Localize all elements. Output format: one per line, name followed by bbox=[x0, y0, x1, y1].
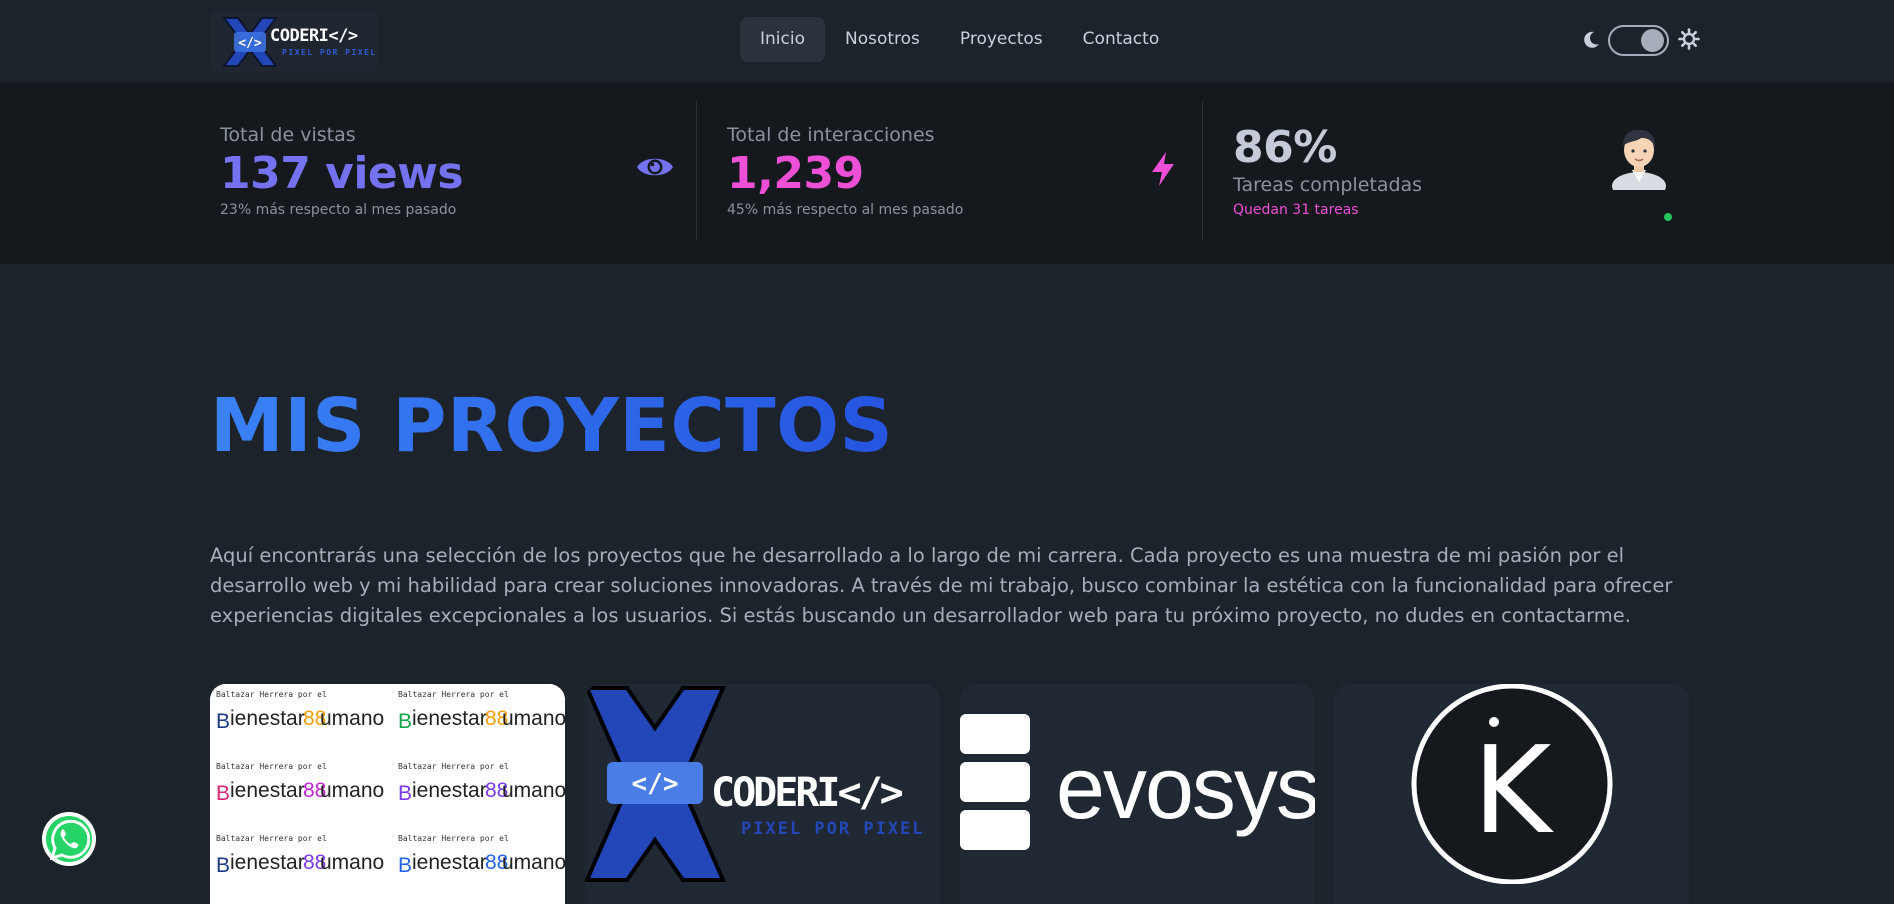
logo-wordmark: CODERI</> bbox=[270, 26, 358, 46]
svg-text:</>: </> bbox=[238, 36, 262, 51]
stat-value: 1,239 bbox=[727, 148, 864, 199]
svg-text:B: B bbox=[216, 710, 230, 733]
project-card-bienestar[interactable]: Baltazar Herrera por el Baltazar Herrera… bbox=[210, 684, 565, 904]
stat-divider bbox=[1202, 101, 1203, 241]
svg-text:umano: umano bbox=[320, 851, 384, 874]
svg-text:ienestar: ienestar bbox=[412, 779, 487, 802]
svg-text:K: K bbox=[1473, 722, 1555, 861]
navbar: </> CODERI</> PIXEL POR PIXEL Inicio Nos… bbox=[0, 0, 1894, 82]
svg-text:ienestar: ienestar bbox=[412, 851, 487, 874]
svg-text:umano: umano bbox=[320, 707, 384, 730]
svg-text:umano: umano bbox=[320, 779, 384, 802]
avatar bbox=[1612, 129, 1666, 190]
svg-text:ienestar: ienestar bbox=[230, 851, 305, 874]
logo-tagline: PIXEL POR PIXEL bbox=[282, 48, 377, 57]
stat-title: Total de interacciones bbox=[727, 124, 935, 146]
nav-proyectos[interactable]: Proyectos bbox=[940, 17, 1063, 62]
project-card-k[interactable]: K bbox=[1334, 684, 1689, 904]
whatsapp-icon[interactable] bbox=[40, 810, 98, 868]
page-title: MIS PROYECTOS bbox=[210, 383, 894, 469]
svg-text:umano: umano bbox=[502, 851, 565, 874]
nav-contacto[interactable]: Contacto bbox=[1063, 17, 1180, 62]
bolt-icon bbox=[1152, 152, 1174, 186]
toggle-knob bbox=[1641, 29, 1664, 52]
svg-text:evosys: evosys bbox=[1056, 738, 1315, 837]
svg-text:Baltazar Herrera por el: Baltazar Herrera por el bbox=[216, 834, 327, 843]
nav-inicio[interactable]: Inicio bbox=[740, 17, 825, 62]
stat-value: 86% bbox=[1233, 122, 1337, 173]
stat-views: Total de vistas 137 views 23% más respec… bbox=[220, 82, 690, 264]
svg-text:B: B bbox=[398, 854, 412, 877]
nav-nosotros[interactable]: Nosotros bbox=[825, 17, 940, 62]
main-nav: Inicio Nosotros Proyectos Contacto bbox=[740, 17, 1179, 62]
svg-text:umano: umano bbox=[502, 779, 565, 802]
svg-text:B: B bbox=[216, 782, 230, 805]
svg-text:B: B bbox=[216, 854, 230, 877]
online-status-dot bbox=[1662, 211, 1674, 223]
svg-text:PIXEL POR PIXEL: PIXEL POR PIXEL bbox=[741, 819, 925, 839]
svg-text:Baltazar Herrera por el: Baltazar Herrera por el bbox=[216, 690, 327, 699]
stat-title: Tareas completadas bbox=[1233, 174, 1423, 196]
evosys-thumbnail: evosys bbox=[960, 684, 1315, 884]
theme-toggle[interactable] bbox=[1608, 25, 1669, 56]
stat-value: 137 views bbox=[220, 148, 464, 199]
svg-text:B: B bbox=[398, 782, 412, 805]
stat-desc: 45% más respecto al mes pasado bbox=[727, 202, 964, 218]
sun-icon bbox=[1678, 28, 1700, 50]
bienestar-thumbnail: Baltazar Herrera por el Baltazar Herrera… bbox=[210, 684, 565, 884]
svg-text:</>: </> bbox=[632, 769, 679, 799]
svg-text:B: B bbox=[398, 710, 412, 733]
stat-title: Total de vistas bbox=[220, 124, 356, 146]
stat-desc: 23% más respecto al mes pasado bbox=[220, 202, 457, 218]
svg-text:Baltazar Herrera por el: Baltazar Herrera por el bbox=[216, 762, 327, 771]
k-logo-thumbnail: K bbox=[1334, 684, 1689, 884]
project-card-coderi[interactable]: </> CODERI</> PIXEL POR PIXEL bbox=[585, 684, 940, 904]
svg-text:ienestar: ienestar bbox=[230, 707, 305, 730]
coderi-thumbnail: </> CODERI</> PIXEL POR PIXEL bbox=[585, 684, 940, 884]
stat-interactions: Total de interacciones 1,239 45% más res… bbox=[727, 82, 1197, 264]
moon-icon bbox=[1584, 31, 1599, 48]
site-logo[interactable]: </> CODERI</> PIXEL POR PIXEL bbox=[210, 10, 378, 72]
stat-desc: Quedan 31 tareas bbox=[1233, 202, 1359, 218]
svg-text:CODERI</>: CODERI</> bbox=[711, 770, 903, 816]
eye-icon bbox=[637, 158, 673, 176]
svg-text:Baltazar Herrera por el: Baltazar Herrera por el bbox=[398, 762, 509, 771]
svg-text:ienestar: ienestar bbox=[230, 779, 305, 802]
stats-bar: Total de vistas 137 views 23% más respec… bbox=[0, 82, 1894, 264]
project-card-evosys[interactable]: evosys bbox=[960, 684, 1315, 904]
stat-divider bbox=[696, 101, 697, 241]
projects-intro: Aquí encontrarás una selección de los pr… bbox=[210, 544, 1673, 627]
svg-text:ienestar: ienestar bbox=[412, 707, 487, 730]
svg-text:Baltazar Herrera por el: Baltazar Herrera por el bbox=[398, 690, 509, 699]
svg-text:umano: umano bbox=[502, 707, 565, 730]
svg-text:Baltazar Herrera por el: Baltazar Herrera por el bbox=[398, 834, 509, 843]
